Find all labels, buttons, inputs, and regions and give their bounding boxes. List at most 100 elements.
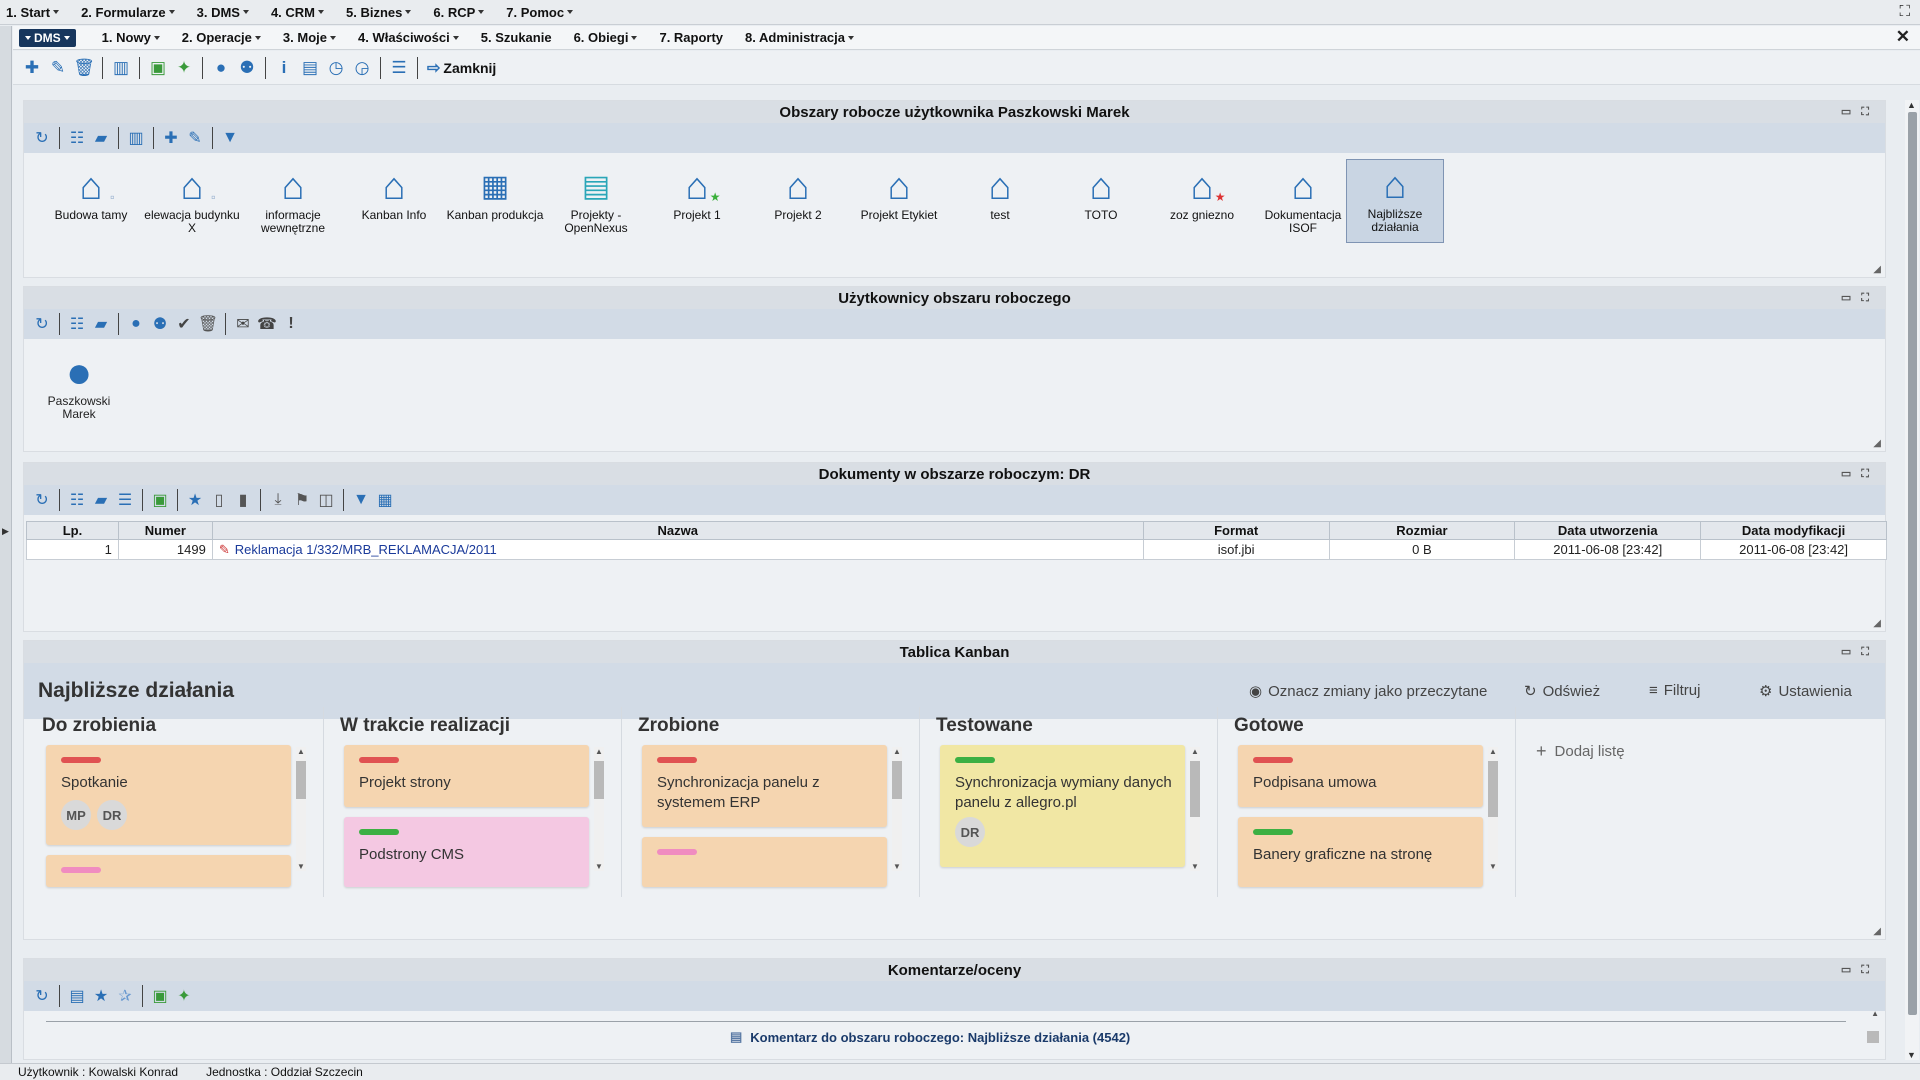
- resize-handle-icon[interactable]: ◢: [1873, 926, 1881, 937]
- phone-icon[interactable]: ☎: [255, 311, 279, 337]
- dms-menu-nowy[interactable]: 1. Nowy: [102, 30, 160, 45]
- edit-icon[interactable]: ✎: [45, 55, 71, 81]
- main-scrollbar[interactable]: ▲ ▼: [1905, 100, 1919, 1060]
- scroll-thumb[interactable]: [296, 761, 306, 799]
- scroll-up-icon[interactable]: ▲: [1489, 747, 1497, 756]
- top-menu-crm[interactable]: 4. CRM: [271, 5, 325, 20]
- scroll-down-icon[interactable]: ▼: [297, 862, 305, 871]
- add-favorite-icon[interactable]: ✦: [171, 55, 197, 81]
- user-icon[interactable]: ●: [124, 311, 148, 337]
- scroll-thumb[interactable]: [892, 761, 902, 799]
- top-menu-start[interactable]: 1. Start: [6, 5, 60, 20]
- scroll-down-icon[interactable]: ▼: [893, 862, 901, 871]
- new-document-icon[interactable]: ▣: [148, 983, 172, 1009]
- scroll-up-icon[interactable]: ▲: [1871, 1009, 1879, 1018]
- chart-icon[interactable]: ▥: [108, 55, 134, 81]
- scroll-up-icon[interactable]: ▲: [1191, 747, 1199, 756]
- folder-icon[interactable]: ▰: [89, 487, 113, 513]
- bookmark-icon[interactable]: ⚑: [290, 487, 314, 513]
- resize-handle-icon[interactable]: ◢: [1873, 438, 1881, 449]
- panel-controls-icon[interactable]: ▭⛶: [1841, 467, 1879, 481]
- scroll-thumb[interactable]: [594, 761, 604, 799]
- column-scrollbar[interactable]: ▲ ▼: [594, 747, 604, 871]
- scroll-thumb[interactable]: [1488, 761, 1498, 817]
- refresh-button[interactable]: ↻ Odśwież: [1524, 682, 1600, 701]
- star-icon[interactable]: ★: [89, 983, 113, 1009]
- top-menu-rcp[interactable]: 6. RCP: [433, 5, 485, 20]
- list-icon[interactable]: ☰: [386, 55, 412, 81]
- dms-menu-administracja[interactable]: 8. Administracja: [745, 30, 854, 45]
- dms-menu-raporty[interactable]: 7. Raporty: [659, 30, 723, 45]
- resize-handle-icon[interactable]: ◢: [1873, 618, 1881, 629]
- users-icon[interactable]: ⚉: [234, 55, 260, 81]
- add-icon[interactable]: ✚: [19, 55, 45, 81]
- kanban-card[interactable]: Synchronizacja panelu z systemem ERP: [642, 745, 887, 827]
- kanban-card[interactable]: Podpisana umowa: [1238, 745, 1483, 807]
- user-icon[interactable]: ●: [208, 55, 234, 81]
- column-header[interactable]: Nazwa: [211, 521, 1144, 540]
- kanban-card[interactable]: Podstrony CMS: [344, 817, 589, 887]
- scroll-down-icon[interactable]: ▼: [1489, 862, 1497, 871]
- workspace-item[interactable]: ⌂ ▫ Budowa tamy: [42, 161, 140, 245]
- scroll-down-icon[interactable]: ▼: [1191, 862, 1199, 871]
- column-header[interactable]: Lp.: [26, 521, 119, 540]
- workspace-item[interactable]: ⌂ TOTO: [1052, 161, 1150, 245]
- info-icon[interactable]: i: [271, 55, 297, 81]
- panel-controls-icon[interactable]: ▭⛶: [1841, 291, 1879, 305]
- top-menu-dms[interactable]: 3. DMS: [197, 5, 249, 20]
- expand-arrow-icon[interactable]: ▶: [2, 526, 9, 537]
- column-header[interactable]: Data utworzenia: [1514, 521, 1702, 540]
- list-view-icon[interactable]: ☷: [65, 125, 89, 151]
- workspace-item[interactable]: ⌂ ★ Projekt 1: [648, 161, 746, 245]
- kanban-card[interactable]: [642, 837, 887, 887]
- scroll-thumb[interactable]: [1190, 761, 1200, 817]
- document-icon[interactable]: ▯: [207, 487, 231, 513]
- dms-module-badge[interactable]: DMS: [19, 28, 76, 47]
- workspace-item[interactable]: ⌂ Kanban Info: [345, 161, 443, 245]
- document-search-icon[interactable]: ▮: [231, 487, 255, 513]
- resize-handle-icon[interactable]: ◢: [1873, 264, 1881, 275]
- window-icon[interactable]: ▤: [297, 55, 323, 81]
- kanban-card[interactable]: Spotkanie MP DR: [46, 745, 291, 845]
- column-scrollbar[interactable]: ▲ ▼: [892, 747, 902, 871]
- panel-controls-icon[interactable]: ▭⛶: [1841, 105, 1879, 119]
- panel-controls-icon[interactable]: ▭⛶: [1841, 963, 1879, 977]
- refresh-icon[interactable]: ↻: [30, 311, 54, 337]
- new-document-icon[interactable]: ▣: [145, 55, 171, 81]
- top-menu-pomoc[interactable]: 7. Pomoc: [506, 5, 574, 20]
- edit-icon[interactable]: ✎: [183, 125, 207, 151]
- scroll-up-icon[interactable]: ▲: [297, 747, 305, 756]
- delete-icon[interactable]: 🗑: [71, 55, 97, 81]
- workspace-item[interactable]: ⌂ ▫ elewacja budynku X: [143, 161, 241, 245]
- folder-icon[interactable]: ▰: [89, 311, 113, 337]
- avatar[interactable]: DR: [955, 817, 985, 847]
- filter-button[interactable]: ≡ Filtruj: [1649, 682, 1700, 699]
- fullscreen-icon[interactable]: ⛶: [1899, 3, 1910, 20]
- filter-icon[interactable]: ▼: [218, 125, 242, 151]
- star-outline-icon[interactable]: ✰: [113, 983, 137, 1009]
- folder-icon[interactable]: ▰: [89, 125, 113, 151]
- check-icon[interactable]: ✔: [172, 311, 196, 337]
- column-header[interactable]: Rozmiar: [1328, 521, 1516, 540]
- table-row[interactable]: 1 1499 ✎ Reklamacja 1/332/MRB_REKLAMACJA/…: [26, 539, 1887, 560]
- document-icon[interactable]: ▤: [65, 983, 89, 1009]
- alert-icon[interactable]: !: [279, 311, 303, 337]
- dms-menu-szukanie[interactable]: 5. Szukanie: [481, 30, 552, 45]
- list-view-icon[interactable]: ☷: [65, 487, 89, 513]
- kanban-card[interactable]: Banery graficzne na stronę: [1238, 817, 1483, 887]
- chart-icon[interactable]: ▥: [124, 125, 148, 151]
- dms-menu-wlasciwosci[interactable]: 4. Właściwości: [358, 30, 459, 45]
- left-collapse-bar[interactable]: ▶: [0, 26, 12, 1066]
- scroll-down-icon[interactable]: ▼: [595, 862, 603, 871]
- history-icon[interactable]: ◶: [349, 55, 375, 81]
- delete-icon[interactable]: 🗑: [196, 311, 220, 337]
- scroll-up-icon[interactable]: ▲: [1907, 100, 1916, 110]
- dms-menu-obiegi[interactable]: 6. Obiegi: [574, 30, 638, 45]
- user-tile[interactable]: ● Paszkowski Marek: [34, 351, 124, 421]
- clock-icon[interactable]: ◷: [323, 55, 349, 81]
- column-scrollbar[interactable]: ▲ ▼: [1190, 747, 1200, 871]
- workspace-item[interactable]: ⌂ informacje wewnętrzne: [244, 161, 342, 245]
- column-header[interactable]: Format: [1142, 521, 1330, 540]
- top-menu-formularze[interactable]: 2. Formularze: [81, 5, 175, 20]
- scroll-thumb[interactable]: [1908, 112, 1917, 1015]
